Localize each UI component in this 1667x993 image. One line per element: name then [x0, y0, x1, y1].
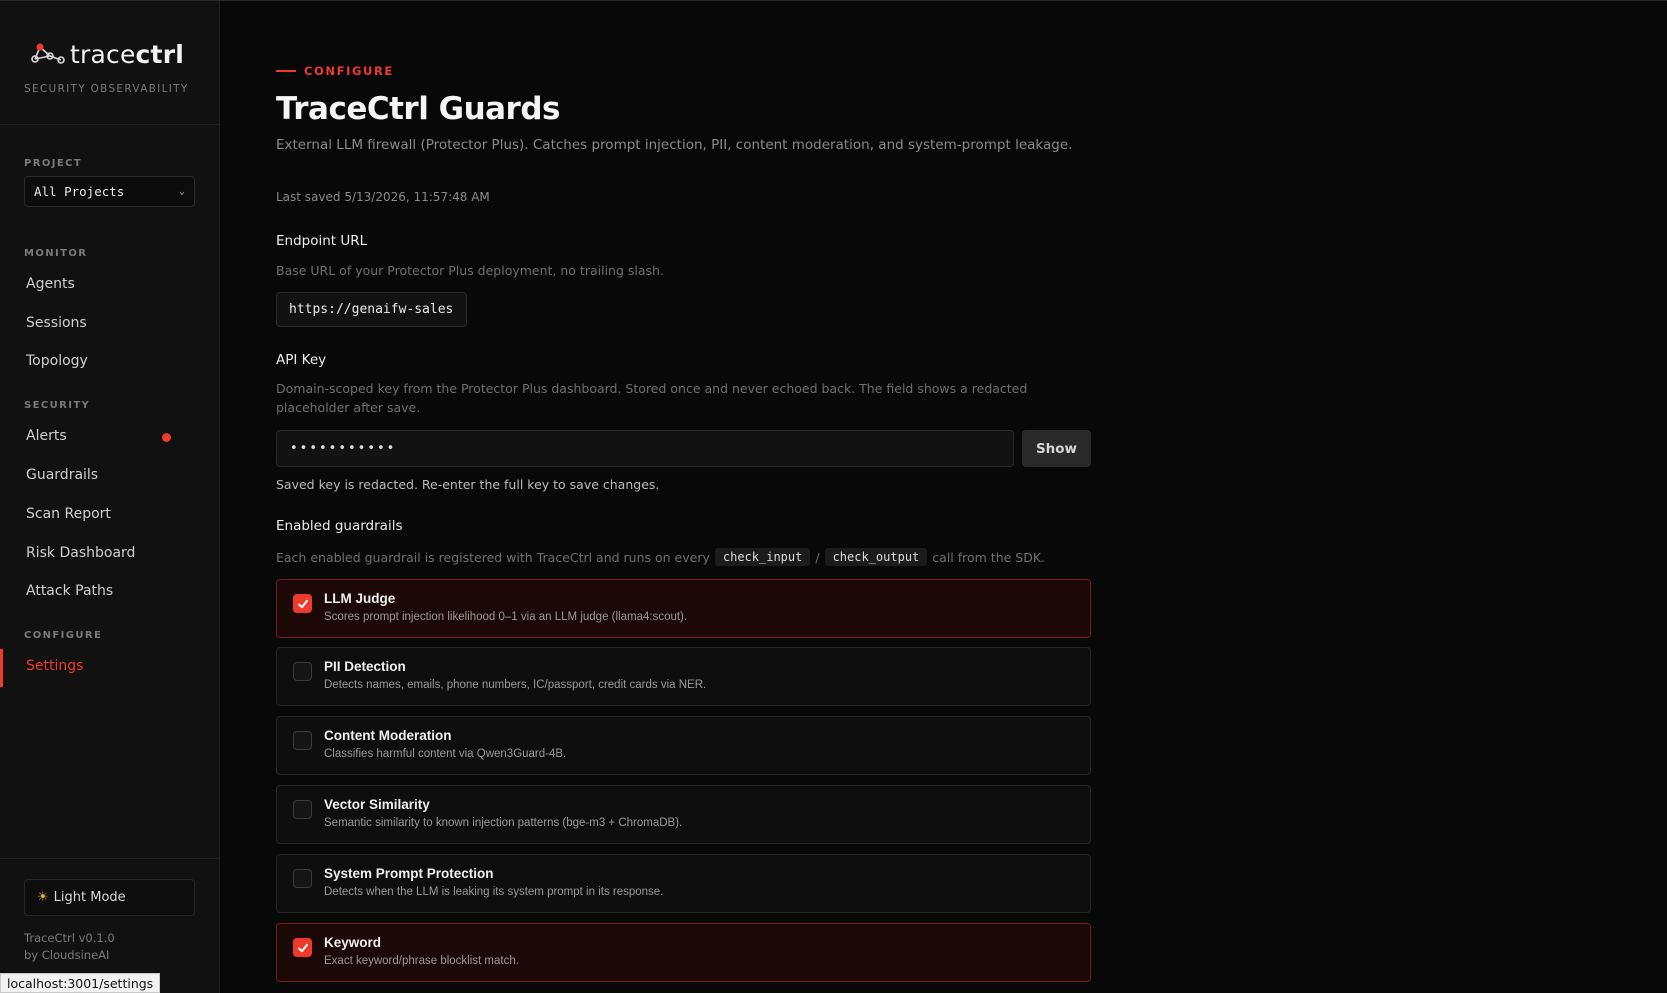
version-text: TraceCtrl v0.1.0 — [24, 931, 115, 945]
guardrail-description: Exact keyword/phrase blocklist match. — [324, 955, 519, 967]
brand-wordmark: tracectrl — [70, 40, 184, 69]
guardrail-checkbox[interactable] — [293, 938, 312, 957]
check-output-code: check_output — [824, 548, 928, 566]
guardrail-title: Content Moderation — [324, 728, 452, 743]
check-input-code: check_input — [714, 548, 811, 566]
guardrails-help-suffix: call from the SDK. — [932, 549, 1046, 565]
brand-wordmark-light: trace — [70, 39, 136, 69]
endpoint-url-input[interactable]: https://genaifw-sales — [276, 292, 467, 327]
guardrail-card-keyword[interactable]: Keyword Exact keyword/phrase blocklist m… — [276, 923, 1091, 982]
security-section-label: SECURITY — [24, 400, 91, 411]
guardrail-card-system-prompt-protection[interactable]: System Prompt Protection Detects when th… — [276, 854, 1091, 913]
guardrail-title: LLM Judge — [324, 591, 396, 606]
brand-logo[interactable]: tracectrl — [30, 39, 184, 69]
brand-tagline: SECURITY OBSERVABILITY — [24, 83, 189, 95]
guardrail-checkbox[interactable] — [293, 662, 312, 681]
version-info: TraceCtrl v0.1.0 by CloudsineAI — [24, 930, 115, 964]
page-subtitle: External LLM firewall (Protector Plus). … — [276, 137, 1073, 153]
guardrail-description: Scores prompt injection likelihood 0–1 v… — [324, 611, 688, 623]
eyebrow-label: CONFIGURE — [304, 64, 394, 78]
guardrail-description: Detects names, emails, phone numbers, IC… — [324, 679, 707, 691]
guardrail-card-content-moderation[interactable]: Content Moderation Classifies harmful co… — [276, 716, 1091, 775]
guardrail-title: Keyword — [324, 935, 382, 950]
guardrail-description: Semantic similarity to known injection p… — [324, 817, 683, 829]
guardrail-checkbox[interactable] — [293, 800, 312, 819]
last-saved-text: Last saved 5/13/2026, 11:57:48 AM — [276, 190, 490, 204]
endpoint-url-label: Endpoint URL — [276, 233, 368, 249]
sidebar-item-sessions[interactable]: Sessions — [26, 315, 87, 331]
sidebar-item-risk-dashboard[interactable]: Risk Dashboard — [26, 545, 135, 561]
chevron-down-icon: ⌄ — [178, 186, 185, 197]
guardrail-checkbox[interactable] — [293, 869, 312, 888]
eyebrow-line — [276, 70, 296, 72]
sidebar-item-attack-paths[interactable]: Attack Paths — [26, 583, 113, 599]
page-title: TraceCtrl Guards — [276, 91, 561, 127]
project-label: PROJECT — [24, 158, 83, 169]
project-select-value: All Projects — [34, 184, 125, 199]
trace-graph-icon — [31, 43, 65, 64]
sidebar-item-alerts[interactable]: Alerts — [26, 428, 67, 444]
sidebar-item-guardrails[interactable]: Guardrails — [26, 467, 98, 483]
guardrails-help-prefix: Each enabled guardrail is registered wit… — [276, 549, 710, 565]
guardrail-card-pii-detection[interactable]: PII Detection Detects names, emails, pho… — [276, 647, 1091, 706]
sidebar-item-scan-report[interactable]: Scan Report — [26, 506, 111, 522]
configure-section-label: CONFIGURE — [24, 630, 103, 641]
page-eyebrow: CONFIGURE — [276, 64, 394, 78]
status-url-tooltip: localhost:3001/settings — [0, 973, 161, 993]
sidebar-divider — [0, 124, 220, 125]
light-mode-label: Light Mode — [53, 890, 126, 905]
guardrails-help: Each enabled guardrail is registered wit… — [276, 548, 1045, 566]
api-key-input[interactable]: ••••••••••• — [276, 430, 1014, 467]
guardrail-title: PII Detection — [324, 659, 406, 674]
guardrail-title: Vector Similarity — [324, 797, 430, 812]
monitor-section-label: MONITOR — [24, 248, 88, 259]
sidebar: tracectrl SECURITY OBSERVABILITY PROJECT… — [0, 1, 220, 993]
checkmark-icon — [298, 943, 308, 953]
guardrail-description: Detects when the LLM is leaking its syst… — [324, 886, 664, 898]
api-key-note: Saved key is redacted. Re-enter the full… — [276, 477, 660, 492]
vendor-text: by CloudsineAI — [24, 948, 110, 962]
api-key-label: API Key — [276, 352, 327, 368]
alerts-notification-dot — [162, 433, 171, 442]
sun-icon: ☀ — [37, 890, 49, 905]
project-select[interactable]: All Projects ⌄ — [24, 176, 195, 207]
sidebar-item-agents[interactable]: Agents — [26, 276, 75, 292]
api-key-help: Domain-scoped key from the Protector Plu… — [276, 381, 1028, 415]
light-mode-toggle[interactable]: ☀ Light Mode — [24, 879, 195, 916]
sidebar-item-topology[interactable]: Topology — [26, 353, 88, 369]
guardrail-title: System Prompt Protection — [324, 866, 494, 881]
guardrail-checkbox[interactable] — [293, 731, 312, 750]
endpoint-url-help: Base URL of your Protector Plus deployme… — [276, 263, 664, 278]
guardrail-card-vector-similarity[interactable]: Vector Similarity Semantic similarity to… — [276, 785, 1091, 844]
checkmark-icon — [298, 599, 308, 609]
guardrails-label: Enabled guardrails — [276, 518, 403, 534]
guardrail-description: Classifies harmful content via Qwen3Guar… — [324, 748, 567, 760]
guardrails-help-separator: / — [815, 549, 820, 565]
active-nav-indicator — [0, 649, 3, 687]
show-key-button[interactable]: Show — [1022, 430, 1091, 467]
guardrail-checkbox[interactable] — [293, 594, 312, 613]
sidebar-item-settings[interactable]: Settings — [26, 658, 83, 674]
sidebar-footer-divider — [0, 858, 220, 859]
guardrail-card-llm-judge[interactable]: LLM Judge Scores prompt injection likeli… — [276, 579, 1091, 638]
brand-wordmark-bold: ctrl — [135, 39, 184, 69]
